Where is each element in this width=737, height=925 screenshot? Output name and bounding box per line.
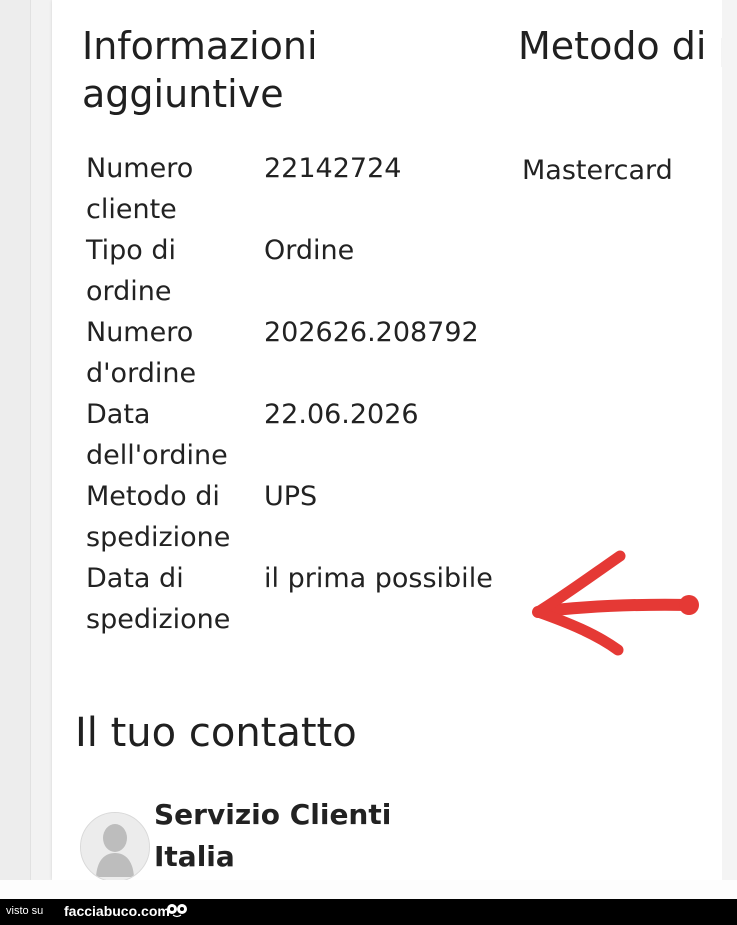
payment-method-title: Metodo di pagamento xyxy=(518,24,724,68)
person-avatar-icon xyxy=(80,812,150,880)
order-details-card: Informazioni aggiuntive Metodo di pagame… xyxy=(52,0,724,880)
info-row-customer-number: Numero cliente 22142724 xyxy=(86,148,516,230)
facciabuco-brand: facciabuco.com xyxy=(64,903,170,919)
payment-method-value: Mastercard xyxy=(522,155,673,186)
contact-name[interactable]: Servizio Clienti Italia xyxy=(154,794,434,878)
info-label-shipping-date: Data di spedizione xyxy=(86,563,231,635)
info-row-order-number: Numero d'ordine 202626.208792 xyxy=(86,312,516,394)
info-value-order-type: Ordine xyxy=(264,235,355,266)
info-value-order-number: 202626.208792 xyxy=(264,317,479,348)
info-label-customer-number: Numero cliente xyxy=(86,153,194,225)
info-row-order-date: Data dell'ordine 22.06.2026 xyxy=(86,394,516,476)
info-label-shipping-method: Metodo di spedizione xyxy=(86,481,231,553)
info-value-shipping-method: UPS xyxy=(264,481,318,512)
face-eyes-icon xyxy=(167,904,187,918)
info-value-customer-number: 22142724 xyxy=(264,153,402,184)
additional-info-table: Numero cliente 22142724 Tipo di ordine O… xyxy=(86,148,516,640)
info-row-order-type: Tipo di ordine Ordine xyxy=(86,230,516,312)
visto-su-label: visto su xyxy=(6,905,44,917)
info-row-shipping-date: Data di spedizione il prima possibile xyxy=(86,558,516,640)
screenshot-page: Informazioni aggiuntive Metodo di pagame… xyxy=(0,0,737,925)
info-label-order-type: Tipo di ordine xyxy=(86,235,177,307)
bottom-crop-area xyxy=(0,880,737,899)
info-value-shipping-date: il prima possibile xyxy=(264,563,493,594)
contact-section-title: Il tuo contatto xyxy=(75,710,357,756)
info-label-order-number: Numero d'ordine xyxy=(86,317,197,389)
contact-card: Servizio Clienti Italia xyxy=(80,794,640,880)
right-background-strip xyxy=(722,0,737,880)
info-row-shipping-method: Metodo di spedizione UPS xyxy=(86,476,516,558)
info-value-order-date: 22.06.2026 xyxy=(264,399,419,430)
additional-info-title: Informazioni aggiuntive xyxy=(82,24,318,116)
left-background-strip xyxy=(0,0,31,880)
red-arrow-annotation xyxy=(532,550,699,656)
info-label-order-date: Data dell'ordine xyxy=(86,399,228,471)
watermark-footer: visto su facciabuco.com xyxy=(0,899,737,925)
